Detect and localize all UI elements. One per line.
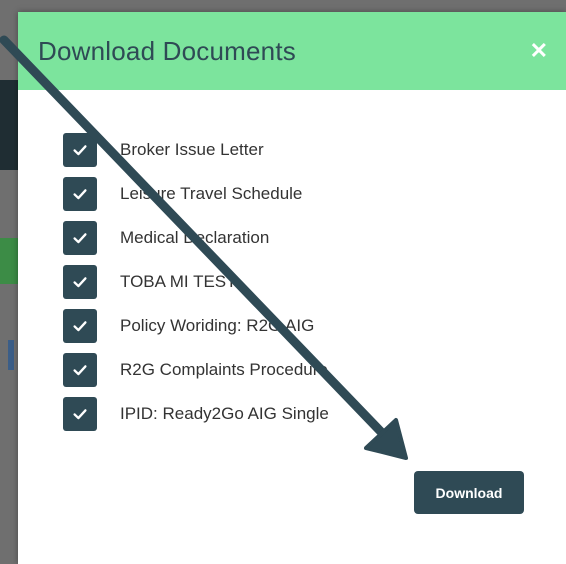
list-item[interactable]: Broker Issue Letter <box>63 128 329 172</box>
close-icon[interactable]: ✕ <box>530 40 548 62</box>
download-button[interactable]: Download <box>414 471 524 514</box>
list-item[interactable]: Medical Declaration <box>63 216 329 260</box>
list-item[interactable]: Policy Woriding: R2G AIG <box>63 304 329 348</box>
document-label: Medical Declaration <box>120 228 270 247</box>
document-label: Leisure Travel Schedule <box>120 184 303 203</box>
checkbox[interactable] <box>63 133 97 167</box>
check-icon <box>73 189 87 200</box>
check-icon <box>73 321 87 332</box>
checkbox[interactable] <box>63 177 97 211</box>
background-blue-edge <box>8 340 14 370</box>
document-label: Policy Woriding: R2G AIG <box>120 316 315 335</box>
download-documents-modal: Download Documents ✕ Broker Issue Letter… <box>18 12 566 564</box>
checkbox[interactable] <box>63 265 97 299</box>
check-icon <box>73 409 87 420</box>
document-label: Broker Issue Letter <box>120 140 264 159</box>
document-label: R2G Complaints Procedure <box>120 360 328 379</box>
modal-header: Download Documents ✕ <box>18 12 566 90</box>
check-icon <box>73 277 87 288</box>
document-label: TOBA MI TEST <box>120 272 237 291</box>
list-item[interactable]: IPID: Ready2Go AIG Single <box>63 392 329 436</box>
list-item[interactable]: Leisure Travel Schedule <box>63 172 329 216</box>
checkbox[interactable] <box>63 309 97 343</box>
checkbox[interactable] <box>63 353 97 387</box>
checkbox[interactable] <box>63 397 97 431</box>
list-item[interactable]: TOBA MI TEST <box>63 260 329 304</box>
check-icon <box>73 233 87 244</box>
checkbox[interactable] <box>63 221 97 255</box>
document-list: Broker Issue Letter Leisure Travel Sched… <box>63 128 329 436</box>
document-label: IPID: Ready2Go AIG Single <box>120 404 329 423</box>
check-icon <box>73 145 87 156</box>
modal-title: Download Documents <box>38 35 296 66</box>
check-icon <box>73 365 87 376</box>
list-item[interactable]: R2G Complaints Procedure <box>63 348 329 392</box>
